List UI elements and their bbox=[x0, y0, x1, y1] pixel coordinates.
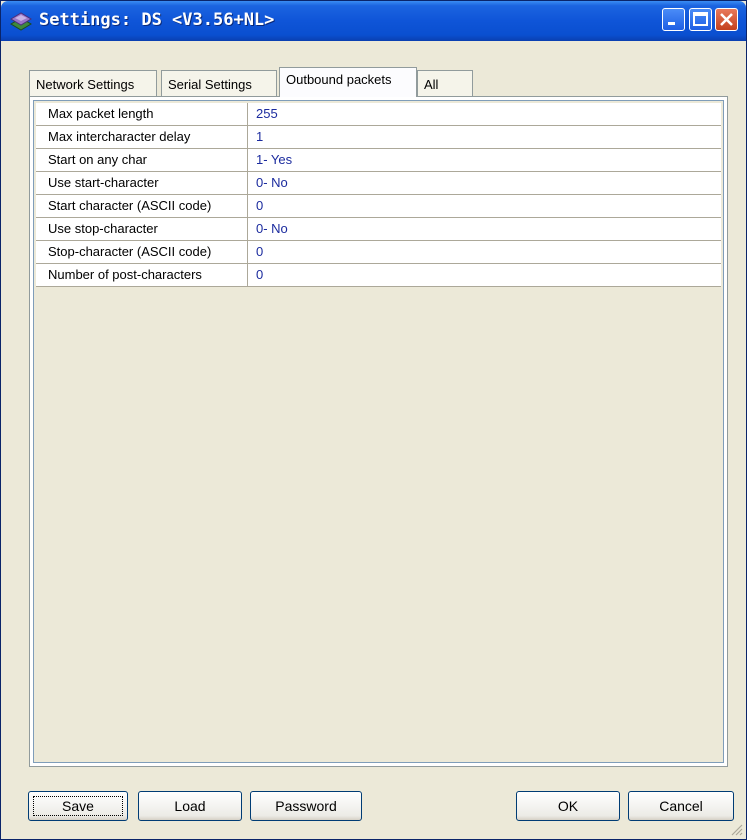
maximize-button[interactable] bbox=[689, 8, 712, 31]
cancel-button-label: Cancel bbox=[659, 798, 703, 814]
settings-window: Settings: DS <V3.56+NL> Network Settings… bbox=[0, 0, 747, 840]
property-value[interactable]: 0 bbox=[256, 195, 263, 220]
property-value[interactable]: 0 bbox=[256, 264, 263, 289]
tab-serial-settings[interactable]: Serial Settings bbox=[161, 70, 277, 96]
property-value[interactable]: 1 bbox=[256, 126, 263, 151]
property-value[interactable]: 0- No bbox=[256, 218, 288, 243]
window-title: Settings: DS <V3.56+NL> bbox=[39, 10, 275, 30]
cancel-button[interactable]: Cancel bbox=[628, 791, 734, 821]
maximize-icon bbox=[693, 12, 708, 26]
tab-network-settings[interactable]: Network Settings bbox=[29, 70, 157, 96]
close-button[interactable] bbox=[715, 8, 738, 31]
property-row-stop-character[interactable]: Stop-character (ASCII code) 0 bbox=[36, 241, 721, 264]
resize-grip-icon[interactable] bbox=[729, 822, 743, 836]
password-button-label: Password bbox=[275, 798, 337, 814]
property-row-start-character[interactable]: Start character (ASCII code) 0 bbox=[36, 195, 721, 218]
property-name: Stop-character (ASCII code) bbox=[36, 241, 248, 263]
focus-rect bbox=[33, 796, 123, 816]
minimize-icon bbox=[668, 22, 675, 25]
ok-button-label: OK bbox=[557, 798, 579, 814]
tab-all[interactable]: All bbox=[417, 70, 473, 96]
property-row-use-stop-character[interactable]: Use stop-character 0- No bbox=[36, 218, 721, 241]
ds-settings-icon bbox=[9, 10, 33, 32]
minimize-button[interactable] bbox=[662, 8, 685, 31]
tab-panel: Max packet length 255 Max intercharacter… bbox=[29, 96, 728, 767]
tab-outbound-packets[interactable]: Outbound packets bbox=[279, 67, 417, 97]
password-button[interactable]: Password bbox=[250, 791, 362, 821]
property-value[interactable]: 0 bbox=[256, 241, 263, 266]
property-name: Max packet length bbox=[36, 103, 248, 125]
property-row-max-packet-length[interactable]: Max packet length 255 bbox=[36, 103, 721, 126]
property-row-max-intercharacter-delay[interactable]: Max intercharacter delay 1 bbox=[36, 126, 721, 149]
property-value[interactable]: 0- No bbox=[256, 172, 288, 197]
property-row-number-of-post-characters[interactable]: Number of post-characters 0 bbox=[36, 264, 721, 287]
property-name: Start character (ASCII code) bbox=[36, 195, 248, 217]
property-name: Max intercharacter delay bbox=[36, 126, 248, 148]
property-name: Use start-character bbox=[36, 172, 248, 194]
property-grid[interactable]: Max packet length 255 Max intercharacter… bbox=[33, 100, 724, 763]
property-value[interactable]: 255 bbox=[256, 103, 278, 128]
property-row-use-start-character[interactable]: Use start-character 0- No bbox=[36, 172, 721, 195]
title-bar[interactable]: Settings: DS <V3.56+NL> bbox=[1, 1, 746, 41]
close-icon bbox=[720, 13, 733, 26]
property-name: Number of post-characters bbox=[36, 264, 248, 286]
property-row-start-on-any-char[interactable]: Start on any char 1- Yes bbox=[36, 149, 721, 172]
property-name: Use stop-character bbox=[36, 218, 248, 240]
load-button[interactable]: Load bbox=[138, 791, 242, 821]
property-name: Start on any char bbox=[36, 149, 248, 171]
ok-button[interactable]: OK bbox=[516, 791, 620, 821]
property-value[interactable]: 1- Yes bbox=[256, 149, 292, 174]
load-button-label: Load bbox=[174, 798, 206, 814]
save-button[interactable]: Save bbox=[28, 791, 128, 821]
